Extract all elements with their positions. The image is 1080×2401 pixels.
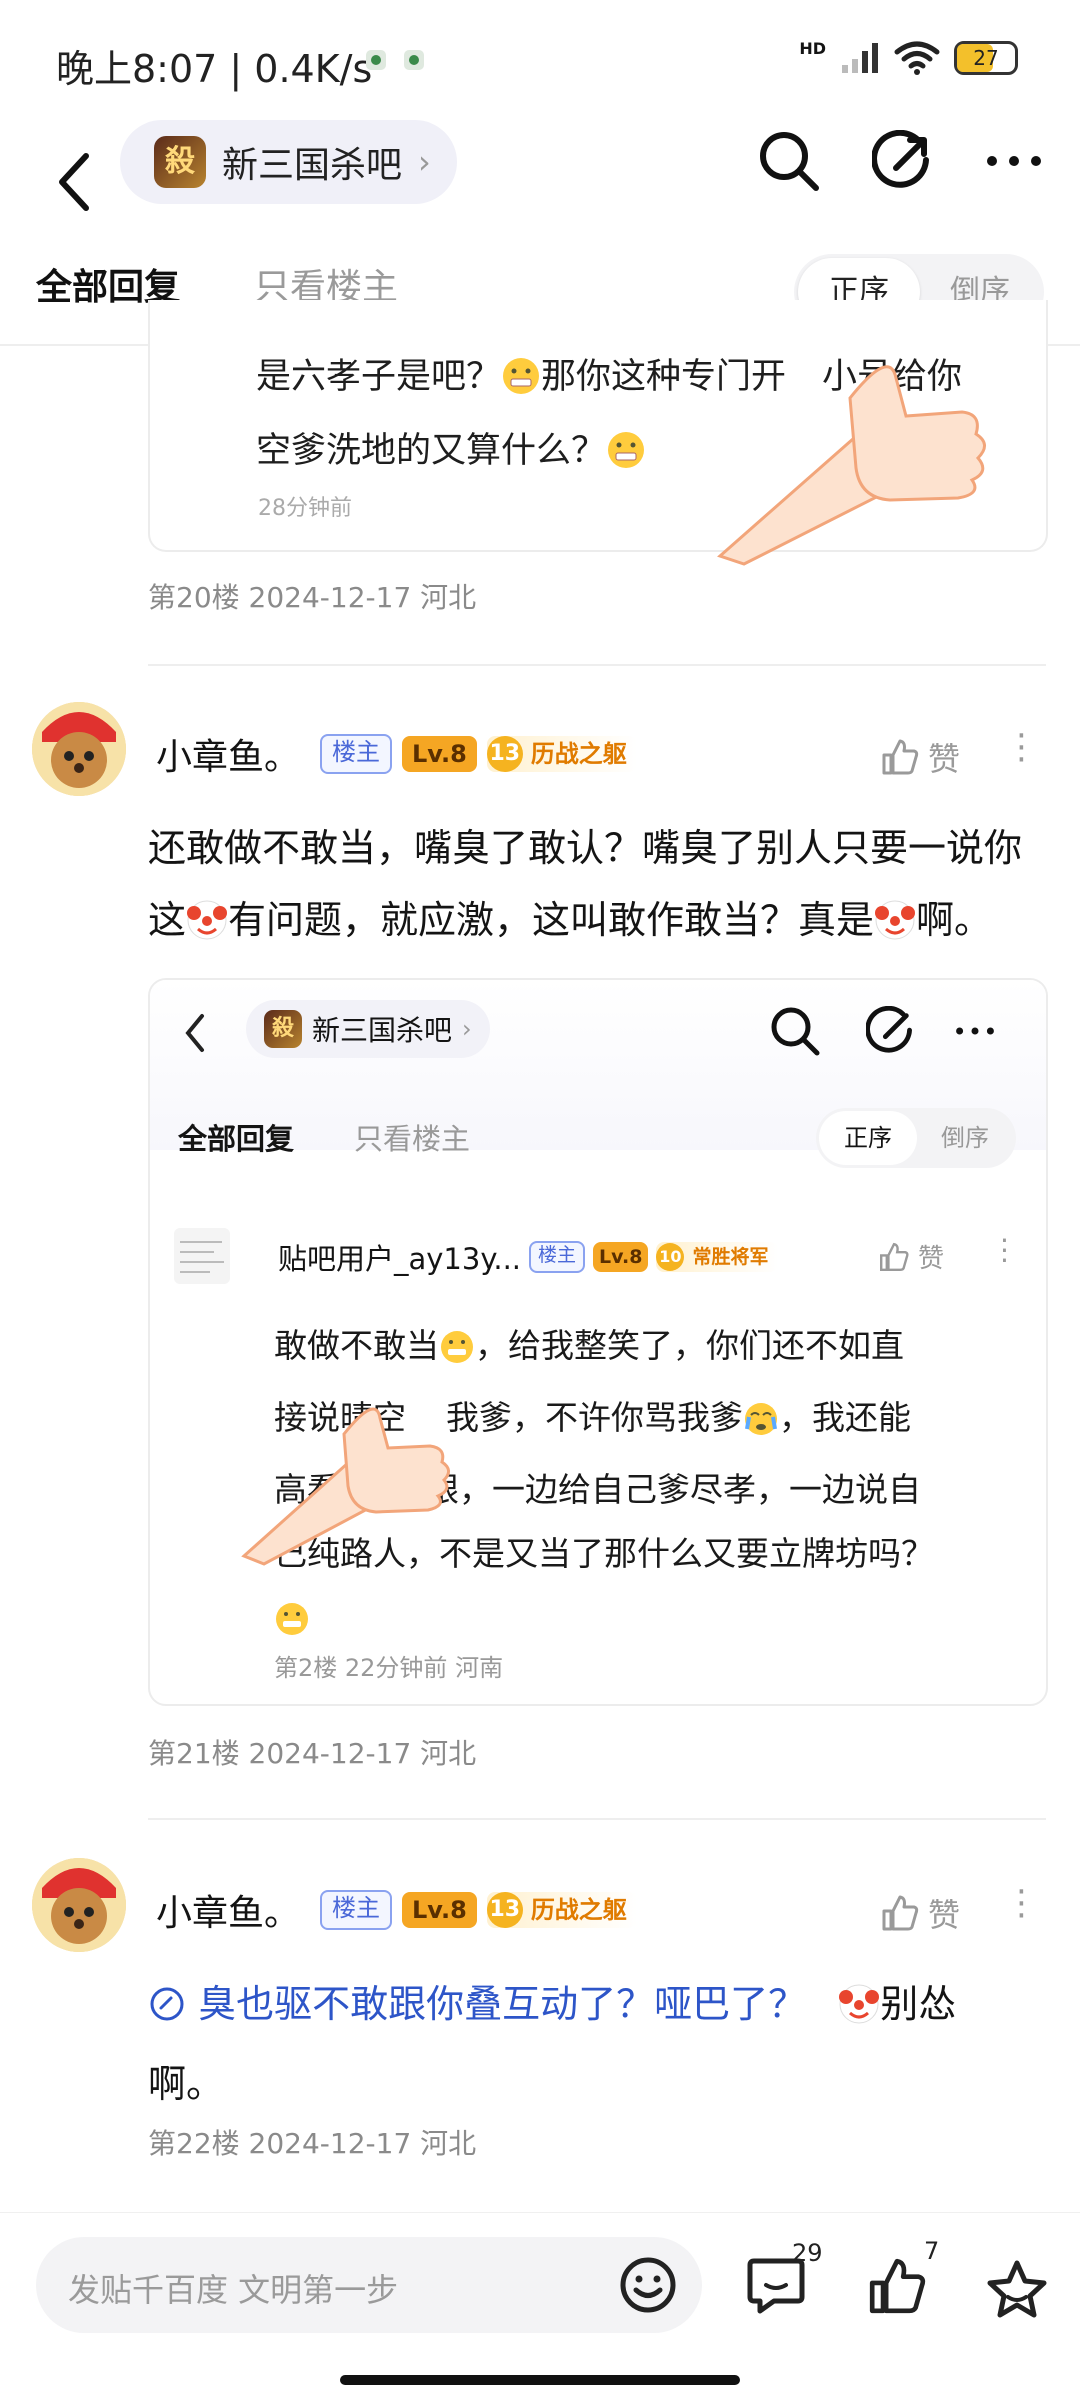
more-icon [956, 1027, 994, 1035]
notification-icons [364, 48, 426, 72]
clown-emoji-icon [874, 892, 916, 964]
quoted-reply-card[interactable]: 是六孝子是吧？那你这种专门开小号给你 空爹洗地的又算什么？ 28分钟前 [148, 300, 1048, 566]
post-content: 臭也驱不敢跟你叠互动了？哑巴了？ 别怂 啊。 [148, 1968, 1048, 2120]
star-icon[interactable] [984, 2257, 1050, 2323]
thumb-up-icon [882, 739, 919, 775]
chevron-right-icon: › [418, 143, 431, 181]
back-arrow-icon [185, 1014, 204, 1052]
avatar[interactable] [32, 702, 126, 796]
owner-badge: 楼主 [320, 1890, 393, 1930]
post-divider [148, 1818, 1046, 1820]
bottom-action-bar: 发贴千百度 文明第一步 29 7 [0, 2212, 1080, 2401]
thumb-up-icon [882, 1895, 919, 1931]
title-badge-level: 13 [486, 736, 523, 772]
embedded-forum-pill: 殺 新三国杀吧 › [246, 1000, 490, 1058]
app-notification-icon [404, 50, 424, 70]
search-icon [771, 1007, 820, 1056]
thumbs-up-sticker-icon [241, 1407, 450, 1566]
floor-meta: 第20楼 2024-12-17 河北 [148, 581, 477, 614]
share-icon[interactable] [872, 130, 934, 192]
more-vertical-icon[interactable]: · · · [1016, 1875, 1027, 1933]
quoted-reply-time: 28分钟前 [258, 496, 352, 521]
embedded-screenshot[interactable]: 殺 新三国杀吧 › 全部回复 只看楼主 正序 倒序 贴吧用户_ay13y... … [148, 978, 1048, 1706]
username: 贴吧用户_ay13y... [278, 1242, 522, 1276]
title-badge: 13 历战之躯 [486, 1892, 637, 1928]
forum-logo: 殺 [264, 1010, 302, 1048]
wifi-icon [894, 41, 940, 75]
floor-meta: 第21楼 2024-12-17 河北 [148, 1737, 477, 1770]
like-button[interactable]: 赞 [880, 734, 960, 780]
level-badge: Lv.8 [402, 736, 477, 772]
title-badge: 13 历战之躯 [486, 736, 637, 772]
signal-icon [842, 43, 878, 73]
owner-badge: 楼主 [529, 1241, 586, 1273]
forum-name: 新三国杀吧 [222, 145, 403, 186]
grimace-emoji-icon [439, 1322, 475, 1386]
reply-input[interactable]: 发贴千百度 文明第一步 [36, 2237, 702, 2333]
forum-name: 新三国杀吧 [312, 1014, 453, 1047]
emoji-icon[interactable] [618, 2255, 678, 2315]
like-button[interactable]: 赞 [880, 1890, 960, 1936]
grimace-emoji-icon [606, 426, 646, 492]
more-vertical-icon[interactable]: · · · [1016, 719, 1027, 777]
avatar[interactable] [32, 1858, 126, 1952]
hd-label: HD [799, 38, 826, 58]
link-icon [150, 1987, 184, 2021]
top-nav-bar: 殺 新三国杀吧 › [0, 120, 1080, 244]
comment-count: 29 [792, 2239, 823, 2267]
clown-emoji-icon [186, 892, 228, 964]
status-bar: 晚上8:07 | 0.4K/s HD 27 [0, 0, 1080, 120]
like-count: 7 [924, 2237, 940, 2265]
level-badge: Lv.8 [593, 1242, 649, 1272]
sort-asc-button: 正序 [819, 1111, 917, 1165]
tab-all-replies: 全部回复 [178, 1122, 295, 1156]
forum-entry-pill[interactable]: 殺 新三国杀吧 › [120, 120, 457, 204]
thumb-up-icon [880, 1242, 909, 1271]
username[interactable]: 小章鱼。 [156, 1884, 300, 1936]
more-icon[interactable] [984, 151, 1044, 171]
username[interactable]: 小章鱼。 [156, 728, 300, 780]
title-badge: 10 常胜将军 [656, 1242, 779, 1272]
post-user-row: 小章鱼。 楼主 Lv.8 13 历战之躯 [156, 1884, 637, 1936]
comment-button[interactable]: 29 [744, 2239, 824, 2321]
mention-link[interactable]: 臭也驱不敢跟你叠互动了？哑巴了？ [148, 1982, 806, 2026]
like-button: 赞 [878, 1238, 944, 1275]
floor-meta: 第2楼 22分钟前 河南 [274, 1654, 504, 1682]
chevron-right-icon: › [462, 1015, 472, 1043]
post-divider [148, 664, 1046, 666]
crying-emoji-icon [743, 1394, 779, 1458]
floor-meta: 第22楼 2024-12-17 河北 [148, 2127, 477, 2160]
back-arrow-icon[interactable] [46, 142, 106, 222]
reply-input-placeholder: 发贴千百度 文明第一步 [68, 2271, 399, 2309]
bottom-like-button[interactable]: 7 [866, 2237, 946, 2321]
thumbs-up-sticker-icon [717, 365, 986, 566]
forum-logo: 殺 [154, 136, 206, 188]
more-vertical-icon: · · · [1000, 1224, 1009, 1277]
owner-badge: 楼主 [320, 734, 393, 774]
avatar [174, 1228, 230, 1284]
sort-toggle: 正序 倒序 [816, 1108, 1016, 1168]
level-badge: Lv.8 [402, 1892, 477, 1928]
thumb-up-icon [869, 2258, 926, 2314]
status-time: 晚上8:07 | 0.4K/s [56, 47, 373, 91]
app-notification-icon [366, 50, 386, 70]
search-icon[interactable] [756, 128, 822, 194]
tab-owner-only: 只看楼主 [354, 1122, 471, 1156]
status-icons: HD 27 [799, 38, 1018, 76]
post-user-row: 贴吧用户_ay13y... 楼主 Lv.8 10 常胜将军 [278, 1236, 779, 1278]
share-icon [866, 1006, 912, 1053]
post-user-row: 小章鱼。 楼主 Lv.8 13 历战之躯 [156, 728, 637, 780]
sort-desc-button: 倒序 [941, 1124, 989, 1152]
clown-emoji-icon [838, 1976, 880, 2048]
home-indicator[interactable] [340, 2375, 740, 2385]
nav-actions [756, 128, 1044, 194]
post-content: 还敢做不敢当，嘴臭了敢认？嘴臭了别人只要一说你 这有问题，就应激，这叫敢作敢当？… [148, 812, 1048, 964]
title-badge-level: 13 [486, 1892, 523, 1928]
grimace-emoji-icon [501, 352, 541, 418]
battery-icon: 27 [954, 41, 1018, 75]
